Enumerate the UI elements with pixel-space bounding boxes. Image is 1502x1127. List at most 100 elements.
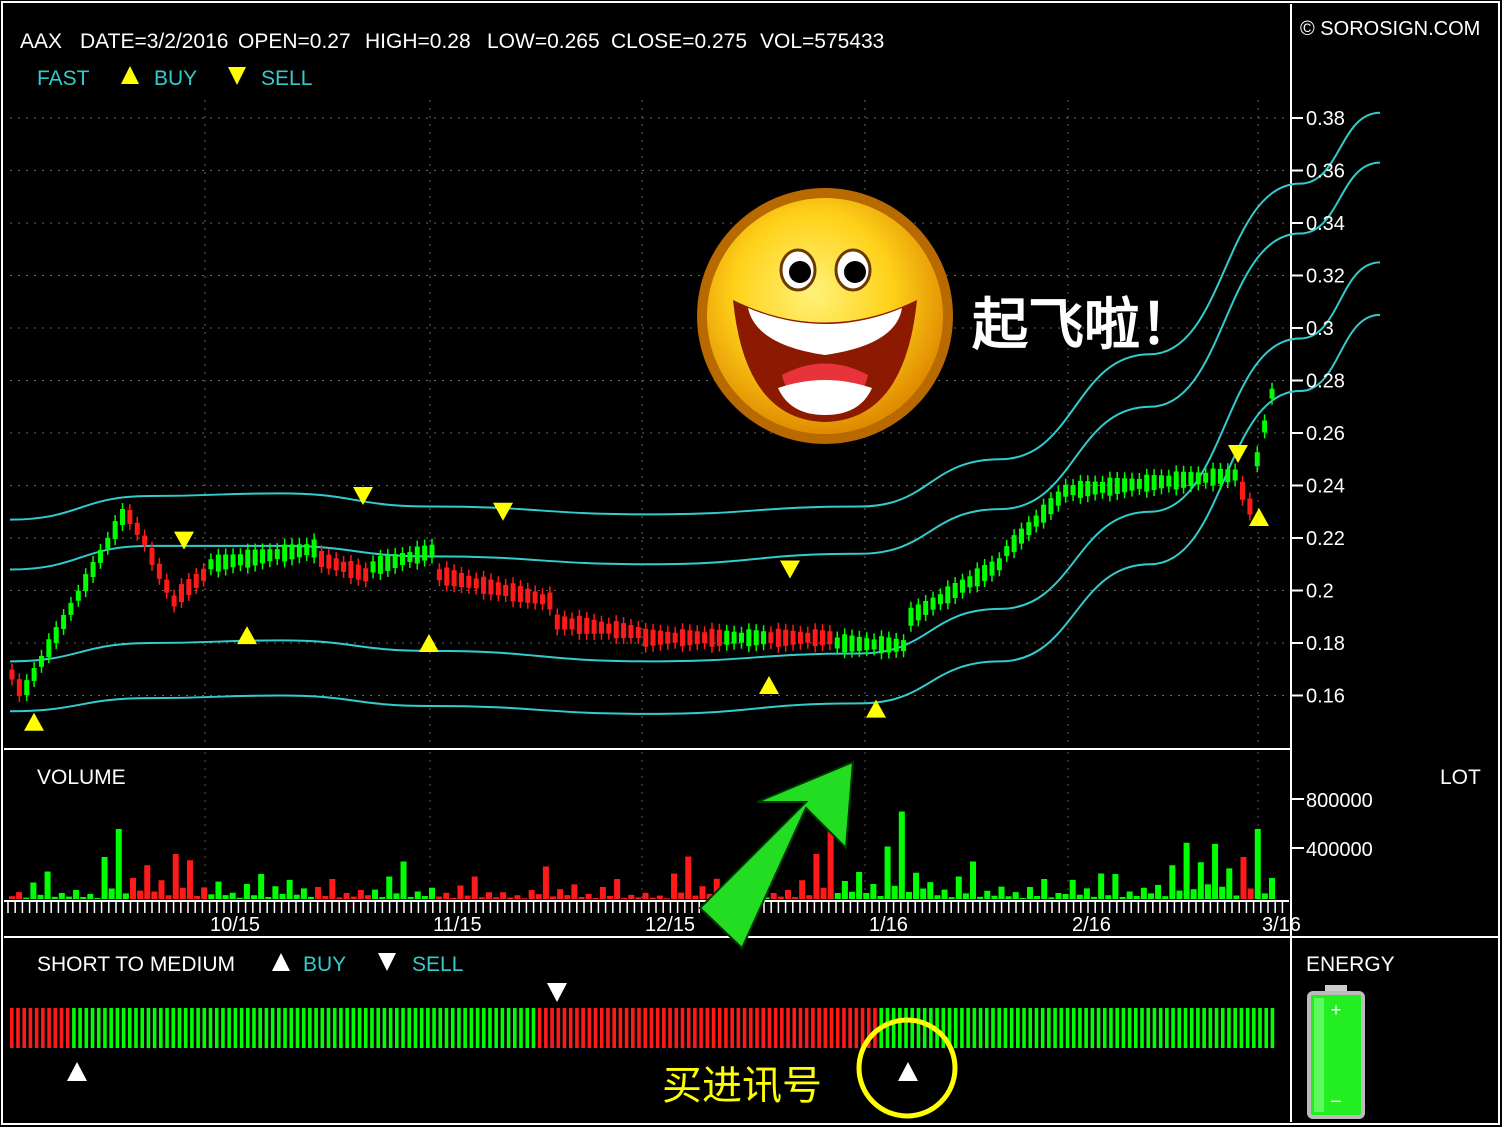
volume-bar [137,890,144,899]
volume-bar [158,880,165,899]
volume-bar [493,897,500,899]
price-tick-label: 0.3 [1306,318,1334,340]
candle-body [282,544,288,562]
volume-bar [1183,842,1190,899]
volume-bar [1197,862,1204,899]
smiley-pupil-right [844,261,866,283]
indicator-bar [239,1008,244,1048]
volume-bar [1005,896,1012,899]
indicator-bar [357,1008,362,1048]
indicator-bar [972,1008,977,1048]
indicator-bar [748,1008,753,1048]
candle-body [1122,478,1128,493]
candle-body [193,573,199,588]
indicator-sell-label: SELL [412,953,463,976]
volume-bar [372,889,379,899]
volume-bar [1261,893,1268,899]
indicator-bar [500,1008,505,1048]
indicator-bar [426,1008,430,1048]
volume-bar [329,879,336,899]
candle-body [245,549,251,568]
volume-bar [699,886,706,899]
candle-body [370,561,376,573]
indicator-bar [506,1008,511,1048]
indicator-bar [606,1008,610,1048]
indicator-bar [1196,1008,1200,1048]
indicator-bar [1009,1008,1014,1048]
indicator-bar [401,1008,405,1048]
candle-body [1247,498,1253,515]
price-tick-label: 0.38 [1306,108,1345,130]
volume-bar [336,897,343,899]
indicator-bar [978,1008,983,1048]
candle-body [864,638,870,651]
indicator-bar [469,1008,474,1048]
price-tick-label: 0.16 [1306,686,1345,708]
volume-bar [656,895,663,899]
candle-body [731,631,737,644]
volume-bar [542,866,549,899]
candle-body [392,553,398,568]
candle-body [1085,481,1091,497]
indicator-bar [1078,1008,1082,1048]
volume-bar [236,897,243,899]
volume-bar [16,892,23,899]
volume-bar [243,884,250,899]
indicator-bar [587,1008,592,1048]
volume-bar [393,893,400,899]
candle-body [871,639,877,650]
indicator-bar [1121,1008,1126,1048]
volume-bar [44,871,51,899]
volume-bar [927,882,934,899]
volume-bar [229,892,236,899]
price-tick-label: 0.22 [1306,528,1345,550]
candle-body [680,629,686,647]
volume-bar [849,891,855,899]
volume-bar [955,876,962,899]
candle-body [1070,485,1076,496]
indicator-bar [96,1008,101,1048]
indicator-bar [1214,1008,1219,1048]
indicator-bar [16,1008,20,1048]
battery-highlight [1314,998,1324,1112]
indicator-bar [1220,1008,1225,1048]
indicator-bar [363,1008,368,1048]
candle-body [1232,469,1238,481]
candle-body [1107,477,1113,496]
candle-body [996,558,1002,571]
candle-body [849,635,855,652]
indicator-bar [717,1008,722,1048]
candle-body [598,621,604,634]
candle-body [591,619,597,634]
indicator-bar [47,1008,51,1048]
indicator-bar [792,1008,797,1048]
volume-bar [144,865,151,899]
indicator-bar [1239,1008,1244,1048]
indicator-bar [531,1008,536,1048]
volume-bar [429,887,435,899]
volume-bar [1055,893,1062,899]
candle-body [709,628,715,647]
indicator-bar [612,1008,616,1048]
indicator-bar [1227,1008,1231,1048]
candle-body [738,632,744,643]
indicator-bar [786,1008,790,1048]
volume-bar [1012,892,1019,899]
candle-body [318,551,324,567]
low-label: LOW=0.265 [487,30,600,53]
indicator-bar [214,1008,219,1048]
indicator-bar [1096,1008,1101,1048]
indicator-bar [332,1008,337,1048]
indicator-bar [537,1008,542,1048]
open-label: OPEN=0.27 [238,30,351,53]
candle-body [186,579,192,595]
volume-bar [799,880,806,899]
candle-body [127,510,133,524]
indicator-bar [1183,1008,1188,1048]
volume-bar [322,896,329,899]
indicator-bar [277,1008,281,1048]
candle-body [53,627,59,644]
volume-bar [1098,873,1105,899]
candle-body [495,582,501,596]
volume-bar [806,895,813,899]
